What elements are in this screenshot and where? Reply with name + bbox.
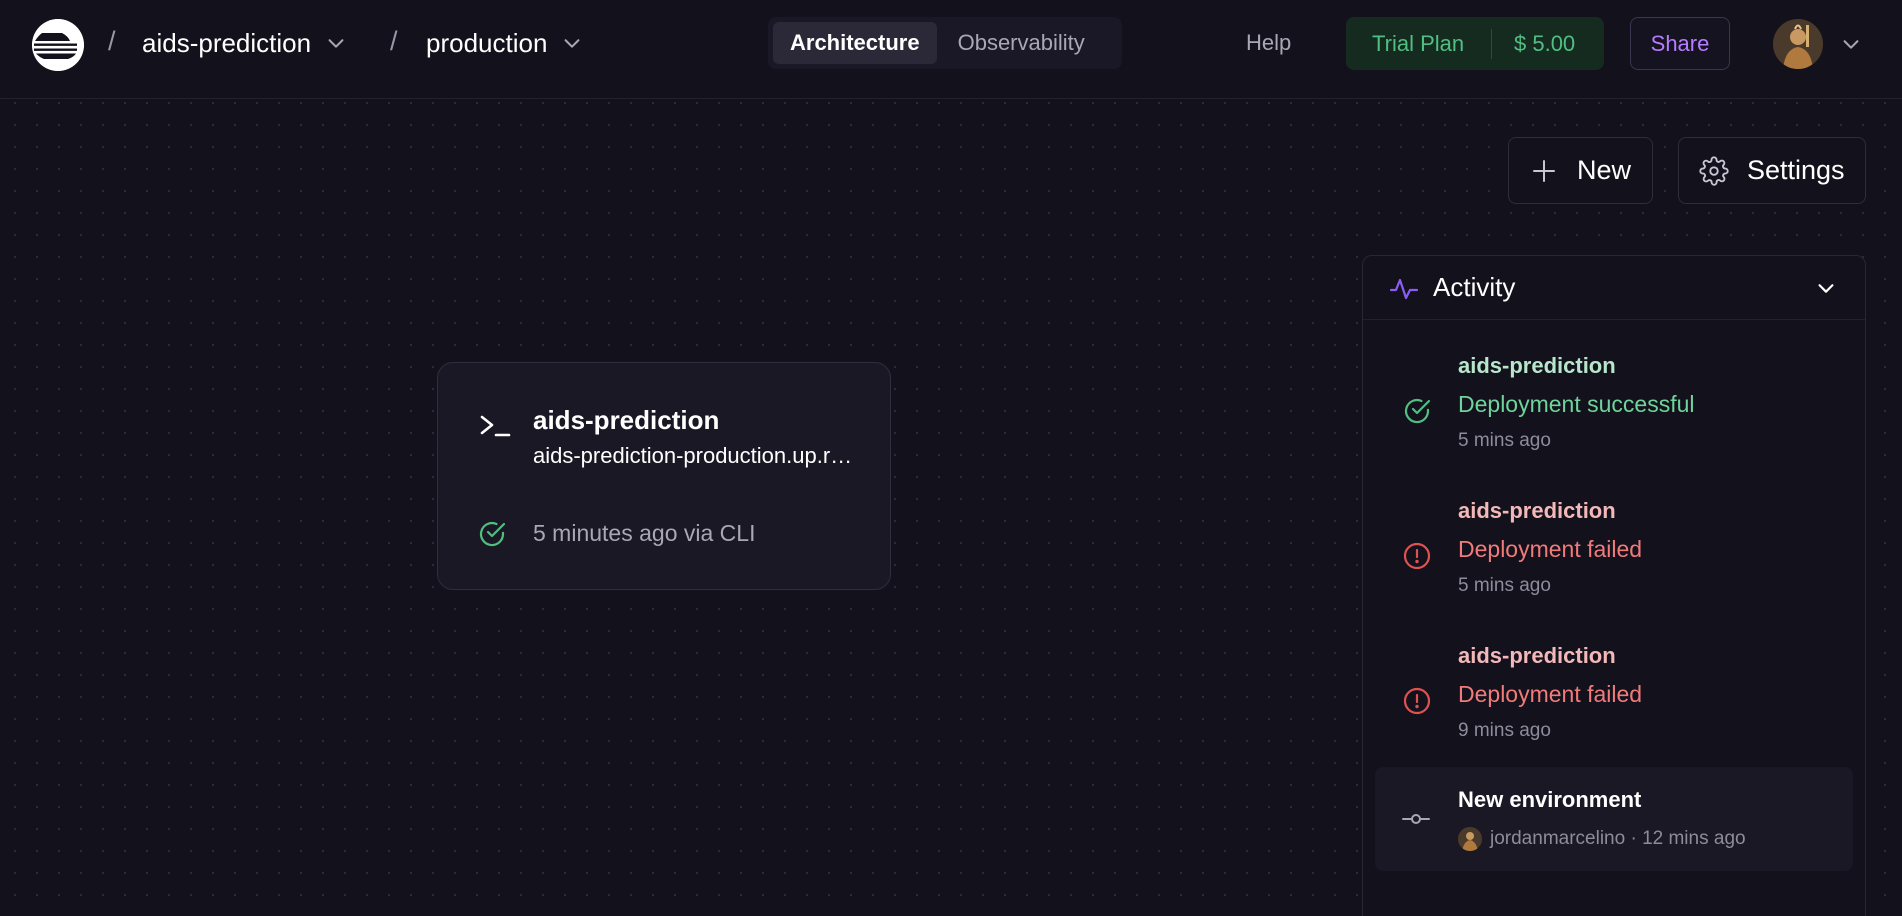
activity-service-name: aids-prediction	[1458, 498, 1616, 523]
plan-name: Trial Plan	[1372, 30, 1465, 56]
chevron-down-icon	[325, 32, 347, 54]
top-navigation-bar: / aids-prediction / production Architect…	[0, 0, 1902, 99]
activity-title: Activity	[1433, 272, 1516, 302]
gear-icon	[1699, 155, 1729, 186]
environment-selector[interactable]: production	[426, 26, 583, 60]
settings-button-label: Settings	[1747, 155, 1845, 185]
activity-item[interactable]: aids-prediction Deployment successful 5 …	[1363, 349, 1865, 489]
pulse-icon	[1389, 274, 1419, 304]
trial-plan-badge[interactable]: Trial Plan $ 5.00	[1346, 17, 1604, 70]
service-deploy-status: 5 minutes ago via CLI	[533, 520, 756, 546]
alert-circle-icon	[1401, 540, 1433, 572]
user-avatar[interactable]	[1773, 19, 1823, 69]
tab-observability[interactable]: Observability	[941, 22, 1102, 64]
activity-time: 5 mins ago	[1458, 430, 1551, 451]
activity-service-name: aids-prediction	[1458, 353, 1616, 378]
railway-logo-icon[interactable]	[32, 19, 84, 71]
activity-service-name: aids-prediction	[1458, 643, 1616, 668]
chevron-down-icon	[561, 32, 583, 54]
service-url: aids-prediction-production.up.railway.ap…	[533, 443, 853, 468]
terminal-icon	[478, 409, 512, 443]
activity-event-meta-text: jordanmarcelino · 12 mins ago	[1490, 828, 1746, 849]
chevron-down-icon[interactable]	[1815, 277, 1837, 299]
activity-time: 9 mins ago	[1458, 720, 1551, 741]
activity-event-title: New environment	[1458, 787, 1642, 812]
check-circle-icon	[1401, 395, 1433, 427]
activity-item-new-environment[interactable]: New environment jordanmarcelino · 12 min…	[1375, 767, 1853, 871]
new-button-label: New	[1577, 155, 1632, 185]
project-selector[interactable]: aids-prediction	[142, 26, 347, 60]
service-card[interactable]: aids-prediction aids-prediction-producti…	[437, 362, 891, 590]
activity-status: Deployment failed	[1458, 681, 1643, 707]
breadcrumb-separator: /	[108, 26, 116, 56]
activity-time: 5 mins ago	[1458, 575, 1551, 596]
project-name: aids-prediction	[142, 27, 312, 58]
activity-status: Deployment successful	[1458, 391, 1695, 417]
environment-name: production	[426, 27, 548, 58]
plus-icon	[1529, 156, 1559, 186]
help-link[interactable]: Help	[1246, 30, 1291, 56]
activity-event-meta: jordanmarcelino · 12 mins ago	[1458, 827, 1746, 851]
check-circle-icon	[476, 518, 508, 550]
plan-credit-amount: $ 5.00	[1514, 30, 1576, 56]
commit-icon	[1401, 807, 1431, 831]
breadcrumb-separator: /	[390, 26, 398, 56]
user-avatar	[1458, 827, 1482, 851]
activity-header[interactable]: Activity	[1363, 256, 1865, 320]
share-button[interactable]: Share	[1630, 17, 1730, 70]
service-name: aids-prediction	[533, 405, 720, 435]
new-button[interactable]: New	[1508, 137, 1653, 204]
alert-circle-icon	[1401, 685, 1433, 717]
activity-item[interactable]: aids-prediction Deployment failed 9 mins…	[1363, 639, 1865, 779]
settings-button[interactable]: Settings	[1678, 137, 1866, 204]
view-tabs: Architecture Observability	[768, 17, 1122, 69]
chevron-down-icon[interactable]	[1840, 33, 1862, 55]
activity-status: Deployment failed	[1458, 536, 1643, 562]
activity-item[interactable]: aids-prediction Deployment failed 5 mins…	[1363, 494, 1865, 634]
tab-architecture[interactable]: Architecture	[773, 22, 937, 64]
activity-panel: Activity aids-prediction Deployment succ…	[1362, 255, 1866, 916]
